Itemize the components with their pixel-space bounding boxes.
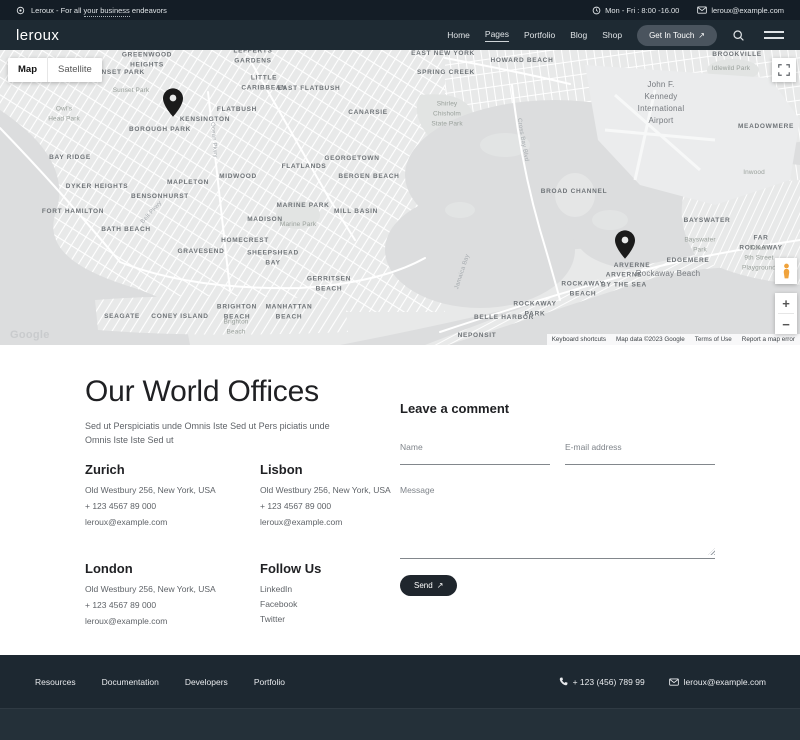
pegman-icon <box>781 263 792 280</box>
get-in-touch-button[interactable]: Get In Touch↗ <box>637 25 717 46</box>
office-phone[interactable]: + 123 4567 89 000 <box>85 601 260 610</box>
fullscreen-icon <box>778 64 790 76</box>
footer-links: Resources Documentation Developers Portf… <box>35 677 285 687</box>
office-address: Old Westbury 256, New York, USA <box>85 585 260 594</box>
pegman-control[interactable] <box>775 258 797 284</box>
nav-item-home[interactable]: Home <box>447 30 470 40</box>
brand-dot-icon <box>16 6 25 15</box>
footer-sub-bar <box>0 708 800 740</box>
topbar-hours: Mon - Fri : 8:00 -16.00 <box>592 6 679 15</box>
clock-icon <box>592 6 601 15</box>
phone-icon <box>559 677 568 686</box>
footer: Resources Documentation Developers Portf… <box>0 655 800 740</box>
map-canvas <box>0 50 800 345</box>
office-email[interactable]: leroux@example.com <box>85 617 260 626</box>
fullscreen-button[interactable] <box>772 58 796 82</box>
footer-link-developers[interactable]: Developers <box>185 677 228 687</box>
envelope-icon <box>697 6 707 14</box>
nav-item-portfolio[interactable]: Portfolio <box>524 30 555 40</box>
topbar-hours-text: Mon - Fri : 8:00 -16.00 <box>605 6 679 15</box>
office-london: London Old Westbury 256, New York, USA +… <box>85 561 260 633</box>
footer-link-resources[interactable]: Resources <box>35 677 76 687</box>
office-city: Zurich <box>85 462 260 477</box>
map-type-satellite-button[interactable]: Satellite <box>48 58 102 82</box>
comment-form: Leave a comment Send↗ <box>400 345 715 633</box>
topbar-email[interactable]: leroux@example.com <box>697 6 784 15</box>
nav-item-blog[interactable]: Blog <box>570 30 587 40</box>
terms-of-use-link[interactable]: Terms of Use <box>695 336 732 343</box>
logo[interactable]: leroux <box>16 27 59 44</box>
search-icon[interactable] <box>732 29 745 42</box>
zoom-out-button[interactable]: − <box>775 314 797 334</box>
navbar: leroux Home Pages Portfolio Blog Shop Ge… <box>0 20 800 50</box>
message-field-wrap <box>400 483 715 559</box>
offices-grid: Zurich Old Westbury 256, New York, USA +… <box>85 462 400 633</box>
nav-item-shop[interactable]: Shop <box>602 30 622 40</box>
office-phone[interactable]: + 123 4567 89 000 <box>85 502 260 511</box>
map-type-control: Map Satellite <box>8 58 102 82</box>
report-map-error-link[interactable]: Report a map error <box>742 336 795 343</box>
topbar-tagline: Leroux - For all your business endeavors <box>31 6 167 15</box>
footer-link-documentation[interactable]: Documentation <box>102 677 159 687</box>
arrow-up-right-icon: ↗ <box>698 31 705 40</box>
arrow-up-right-icon: ↗ <box>437 581 444 590</box>
map-data-label: Map data ©2023 Google <box>616 336 685 343</box>
topbar: Leroux - For all your business endeavors… <box>0 0 800 20</box>
footer-email[interactable]: leroux@example.com <box>669 677 766 687</box>
form-title: Leave a comment <box>400 401 715 416</box>
topbar-email-text[interactable]: leroux@example.com <box>711 6 784 15</box>
offices-section: Our World Offices Sed ut Perspiciatis un… <box>0 345 800 633</box>
map-type-map-button[interactable]: Map <box>8 58 47 82</box>
office-address: Old Westbury 256, New York, USA <box>85 486 260 495</box>
page-title: Our World Offices <box>85 375 400 409</box>
keyboard-shortcuts-link[interactable]: Keyboard shortcuts <box>552 336 606 343</box>
footer-email-text[interactable]: leroux@example.com <box>684 677 766 687</box>
send-button[interactable]: Send↗ <box>400 575 457 596</box>
office-city: London <box>85 561 260 576</box>
google-logo: Google <box>10 329 50 341</box>
topbar-brand: Leroux - For all your business endeavors <box>16 6 167 15</box>
name-input[interactable] <box>400 442 550 465</box>
email-input[interactable] <box>565 442 715 465</box>
map-attribution: Keyboard shortcuts Map data ©2023 Google… <box>547 334 800 345</box>
nav-item-pages[interactable]: Pages <box>485 29 509 42</box>
map-pin-arverne[interactable] <box>615 230 635 264</box>
envelope-icon <box>669 678 679 686</box>
map-pin-borough-park[interactable] <box>163 88 183 122</box>
office-zurich: Zurich Old Westbury 256, New York, USA +… <box>85 462 260 534</box>
zoom-control: + − <box>775 293 797 334</box>
page-subtitle: Sed ut Perspiciatis unde Omnis Iste Sed … <box>85 419 340 447</box>
footer-phone[interactable]: + 123 (456) 789 99 <box>559 677 645 687</box>
office-email[interactable]: leroux@example.com <box>85 518 260 527</box>
topbar-tagline-underlined: your business <box>84 6 130 17</box>
footer-phone-text[interactable]: + 123 (456) 789 99 <box>573 677 645 687</box>
map[interactable]: GREENWOOD HEIGHTSSUNSET PARKLEFFERTS GAR… <box>0 50 800 345</box>
footer-link-portfolio[interactable]: Portfolio <box>254 677 285 687</box>
zoom-in-button[interactable]: + <box>775 293 797 313</box>
message-textarea[interactable] <box>400 483 715 559</box>
menu-icon[interactable] <box>764 31 784 38</box>
